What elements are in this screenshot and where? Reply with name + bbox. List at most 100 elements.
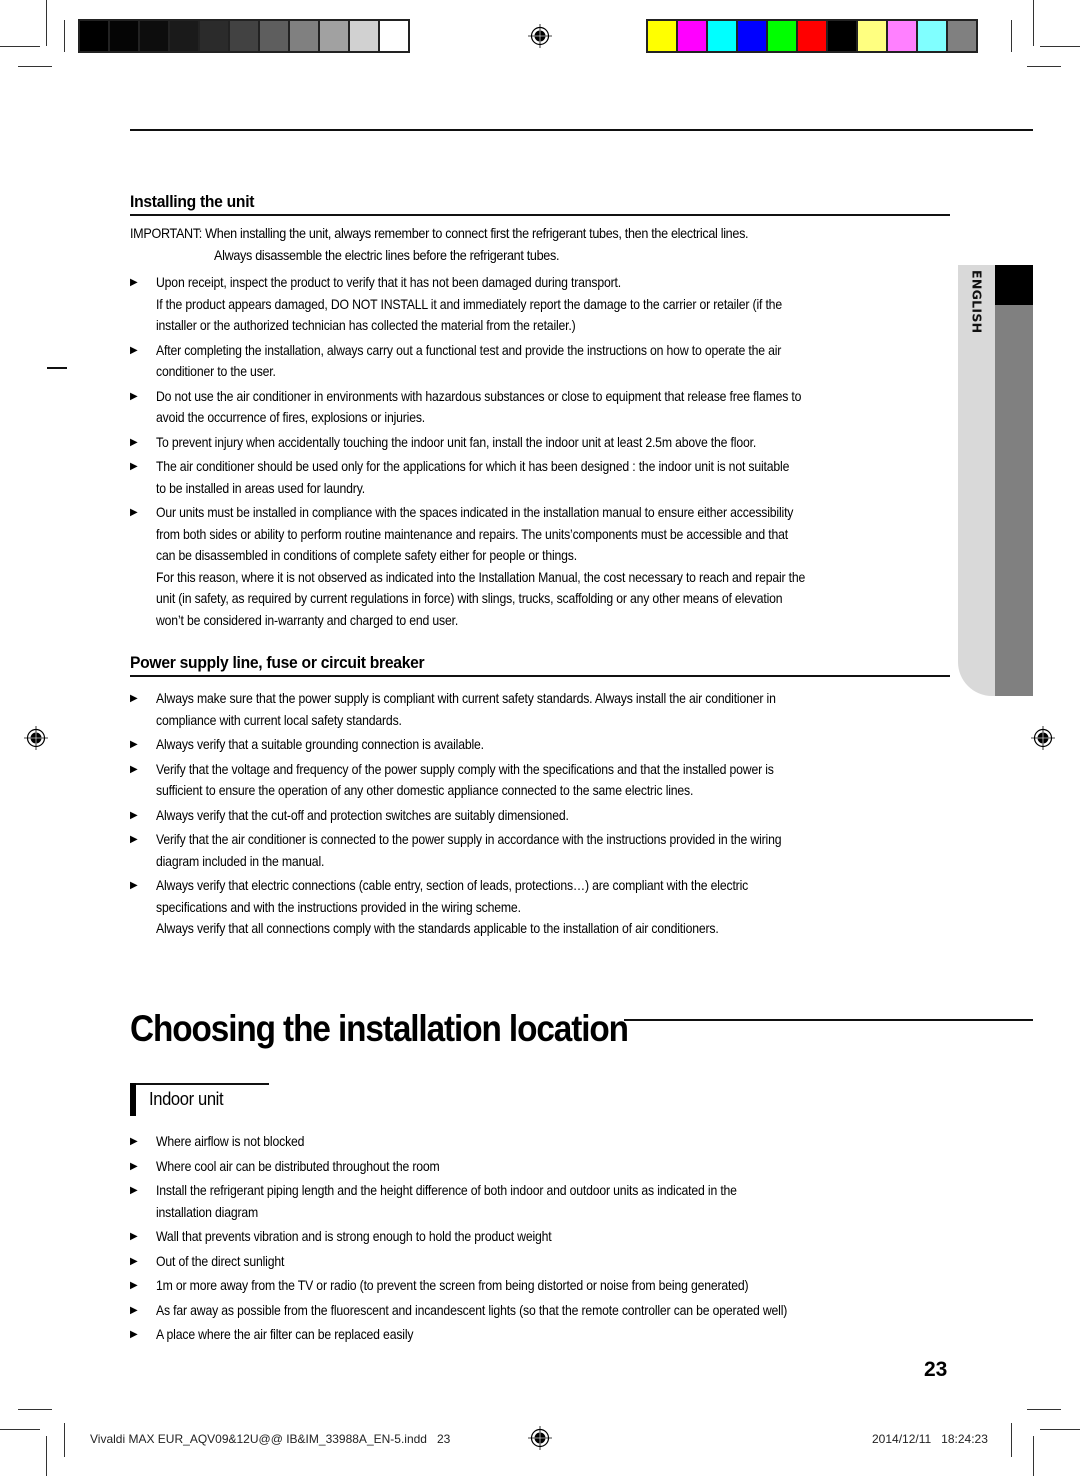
color-swatch bbox=[320, 21, 348, 51]
list-item: ▶ Always verify that a suitable grounding… bbox=[130, 734, 950, 756]
list-item: ▶ As far away as possible from the fluore… bbox=[130, 1300, 950, 1322]
list-item-text: can be disassembled in conditions of com… bbox=[156, 547, 577, 563]
subsection-marker bbox=[130, 1083, 269, 1085]
bullet-triangle-icon: ▶ bbox=[130, 436, 138, 448]
bullet-triangle-icon: ▶ bbox=[130, 763, 138, 775]
color-swatch bbox=[798, 21, 826, 51]
section-heading: Installing the unit bbox=[130, 192, 255, 211]
subsection-heading: Indoor unit bbox=[149, 1089, 224, 1109]
list-item-text: Always verify that electric connections … bbox=[156, 877, 749, 893]
list-item: ▶ Verify that the voltage and frequency o… bbox=[130, 759, 950, 802]
language-tab-label: ENGLISH bbox=[969, 270, 985, 334]
list-item: ▶ Verify that the air conditioner is conn… bbox=[130, 829, 950, 872]
color-swatch bbox=[948, 21, 976, 51]
color-swatch bbox=[708, 21, 736, 51]
color-swatch bbox=[738, 21, 766, 51]
list-item-text: installation diagram bbox=[156, 1203, 259, 1220]
list-item: ▶ Always make sure that the power supply … bbox=[130, 688, 950, 731]
list-item-text: After completing the installation, alway… bbox=[156, 341, 782, 358]
color-swatch bbox=[768, 21, 796, 51]
footer-file-name: Vivaldi MAX EUR_AQV09&12U@@ IB&IM_33988A… bbox=[90, 1432, 451, 1446]
list-item: ▶ Upon receipt, inspect the product to ve… bbox=[130, 272, 950, 337]
list-item-text: Our units must be installed in complianc… bbox=[156, 504, 794, 520]
color-swatch bbox=[828, 21, 856, 51]
registration-mark-icon bbox=[24, 726, 48, 750]
bullet-triangle-icon: ▶ bbox=[130, 390, 138, 402]
list-item: ▶ Out of the direct sunlight bbox=[130, 1251, 950, 1273]
list-item: ▶ Where cool air can be distributed throu… bbox=[130, 1156, 950, 1178]
color-swatch bbox=[80, 21, 108, 51]
crop-mark bbox=[1033, 1436, 1034, 1476]
chapter-title-text: Choosing the installation location bbox=[130, 1008, 629, 1049]
language-tab-marker bbox=[995, 265, 1033, 305]
crop-mark bbox=[46, 0, 47, 46]
bullet-triangle-icon: ▶ bbox=[130, 277, 138, 288]
list-item-text: 1m or more away from the TV or radio (to… bbox=[156, 1277, 749, 1293]
power-bullet-list: ▶ Always make sure that the power supply … bbox=[130, 688, 950, 940]
list-item-text: As far away as possible from the fluores… bbox=[156, 1301, 788, 1318]
list-item: ▶ Always verify that electric connections… bbox=[130, 875, 950, 940]
registration-mark-icon bbox=[528, 24, 552, 48]
list-item: ▶ Where airflow is not blocked bbox=[130, 1131, 950, 1153]
list-item: ▶ After completing the installation, alwa… bbox=[130, 340, 950, 383]
bullet-triangle-icon: ▶ bbox=[130, 1329, 138, 1340]
list-item-text: For this reason, where it is not observe… bbox=[156, 568, 806, 585]
section-power: Power supply line, fuse or circuit break… bbox=[130, 653, 950, 943]
list-item-text: Out of the direct sunlight bbox=[156, 1252, 285, 1269]
bullet-triangle-icon: ▶ bbox=[130, 693, 138, 704]
list-item-text: If the product appears damaged, DO NOT I… bbox=[156, 295, 782, 312]
bullet-triangle-icon: ▶ bbox=[130, 1185, 138, 1196]
list-item-text: A place where the air filter can be repl… bbox=[156, 1326, 414, 1342]
list-item-text: To prevent injury when accidentally touc… bbox=[156, 433, 757, 450]
indoor-bullet-list: ▶ Where airflow is not blocked ▶ Where cool… bbox=[130, 1131, 950, 1346]
crop-mark bbox=[64, 1423, 65, 1457]
installing-bullet-list: ▶ Upon receipt, inspect the product to ve… bbox=[130, 272, 950, 631]
crop-mark bbox=[0, 1429, 40, 1430]
header-rule bbox=[130, 129, 1033, 131]
bullet-triangle-icon: ▶ bbox=[130, 880, 138, 891]
color-swatch bbox=[648, 21, 676, 51]
important-note: IMPORTANT: When installing the unit, alw… bbox=[130, 223, 950, 266]
list-item-text: Do not use the air conditioner in enviro… bbox=[156, 387, 802, 404]
list-item-text: unit (in safety, as required by current … bbox=[156, 590, 783, 606]
bullet-triangle-icon: ▶ bbox=[130, 344, 138, 356]
list-item-text: Verify that the air conditioner is conne… bbox=[156, 831, 782, 847]
color-swatch bbox=[678, 21, 706, 51]
subsection-bar bbox=[130, 1083, 136, 1116]
color-swatch bbox=[110, 21, 138, 51]
color-swatch bbox=[140, 21, 168, 51]
bullet-triangle-icon: ▶ bbox=[130, 739, 138, 750]
list-item-text: Always verify that a suitable grounding … bbox=[156, 736, 484, 752]
registration-mark-icon bbox=[1031, 726, 1055, 750]
crop-mark bbox=[18, 1409, 52, 1410]
color-swatch bbox=[350, 21, 378, 51]
bullet-triangle-icon: ▶ bbox=[130, 834, 138, 845]
registration-mark-icon bbox=[528, 1426, 552, 1450]
bullet-triangle-icon: ▶ bbox=[130, 1280, 138, 1291]
list-item-text: sufficient to ensure the operation of an… bbox=[156, 782, 694, 798]
chapter-title-rule bbox=[624, 1019, 1033, 1021]
footer-timestamp: 2014/12/11 18:24:23 bbox=[872, 1432, 988, 1446]
crop-mark bbox=[1027, 1409, 1061, 1410]
crop-mark bbox=[1040, 1429, 1080, 1430]
section-installing: Installing the unit IMPORTANT: When inst… bbox=[130, 192, 950, 634]
list-item: ▶ To prevent injury when accidentally tou… bbox=[130, 432, 950, 454]
color-swatch bbox=[380, 21, 408, 51]
list-item-text: Upon receipt, inspect the product to ver… bbox=[156, 274, 622, 290]
list-item-text: specifications and with the instructions… bbox=[156, 898, 521, 915]
bullet-triangle-icon: ▶ bbox=[130, 461, 138, 472]
section-heading: Power supply line, fuse or circuit break… bbox=[130, 653, 425, 672]
bullet-triangle-icon: ▶ bbox=[130, 1136, 138, 1147]
color-swatch bbox=[170, 21, 198, 51]
crop-mark bbox=[46, 1436, 47, 1476]
list-item-text: avoid the occurrence of fires, explosion… bbox=[156, 409, 426, 425]
list-item: ▶ Do not use the air conditioner in envir… bbox=[130, 386, 950, 429]
important-line: Always disassemble the electric lines be… bbox=[214, 246, 560, 263]
crop-mark bbox=[1011, 1423, 1012, 1457]
list-item-text: The air conditioner should be used only … bbox=[156, 458, 790, 474]
crop-mark bbox=[1027, 66, 1061, 67]
bullet-triangle-icon: ▶ bbox=[130, 1304, 138, 1316]
crop-mark bbox=[18, 66, 52, 67]
color-swatch bbox=[858, 21, 886, 51]
list-item-text: Always verify that the cut-off and prote… bbox=[156, 806, 569, 823]
